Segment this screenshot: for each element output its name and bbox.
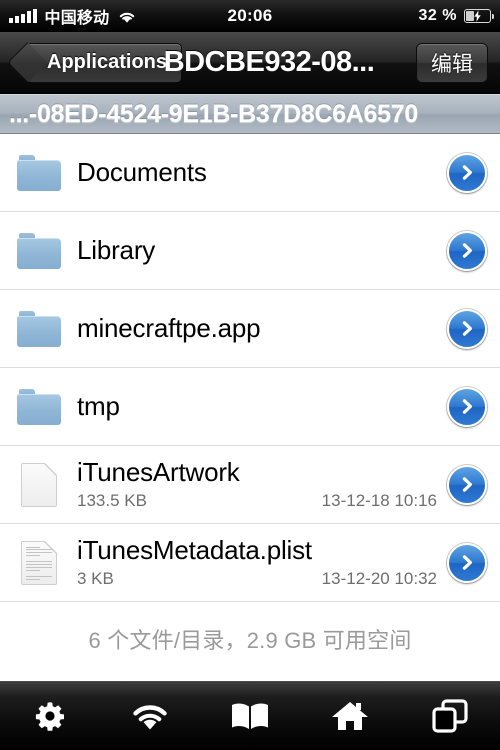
list-item-name: Library — [77, 236, 156, 265]
list-item[interactable]: iTunesMetadata.plist 3 KB 13-12-20 10:32 — [0, 524, 500, 602]
file-size-label: 133.5 KB — [77, 490, 147, 510]
list-item[interactable]: Library — [0, 212, 500, 290]
list-item[interactable]: tmp — [0, 368, 500, 446]
back-button-label: Applications — [47, 51, 168, 73]
edit-button[interactable]: 编辑 — [416, 42, 488, 83]
text-document-icon — [13, 540, 65, 585]
list-item-texts: tmp — [65, 392, 447, 421]
chevron-right-icon[interactable] — [447, 464, 487, 505]
list-item-meta: 3 KB 13-12-20 10:32 — [77, 569, 447, 589]
list-item-name: tmp — [77, 392, 120, 421]
tab-network[interactable] — [100, 682, 200, 750]
list-item[interactable]: Documents — [0, 134, 500, 212]
list-item-texts: iTunesArtwork 133.5 KB 13-12-18 10:16 — [65, 458, 447, 511]
back-button[interactable]: Applications — [6, 41, 183, 84]
home-icon — [331, 699, 369, 733]
file-date-label: 13-12-18 10:16 — [321, 490, 437, 510]
folder-icon — [13, 388, 65, 425]
copy-windows-icon — [432, 699, 468, 733]
status-bar-right: 32 % — [250, 7, 495, 25]
file-size-label: 3 KB — [77, 568, 114, 588]
chevron-right-icon[interactable] — [447, 386, 487, 427]
folder-icon — [13, 232, 65, 269]
list-footer: 6 个文件/目录，2.9 GB 可用空间 — [0, 602, 500, 676]
list-item-name: minecraftpe.app — [77, 314, 261, 343]
chevron-right-icon[interactable] — [447, 152, 487, 193]
navigation-bar: Applications BDCBE932-08... 编辑 — [0, 32, 500, 94]
list-item-texts: Documents — [65, 158, 447, 187]
page-title: BDCBE932-08... — [163, 46, 375, 78]
folder-icon — [13, 154, 65, 191]
list-item-texts: Library — [65, 236, 447, 265]
blank-document-icon — [13, 462, 65, 507]
list-item-name: iTunesMetadata.plist — [77, 536, 312, 565]
tab-windows[interactable] — [400, 682, 500, 750]
list-footer-label: 6 个文件/目录，2.9 GB 可用空间 — [88, 628, 412, 653]
list-item-name: iTunesArtwork — [77, 458, 240, 487]
app-screen: 中国移动 20:06 32 % Applications BDCBE932-08… — [0, 0, 500, 750]
chevron-left-icon — [6, 41, 49, 84]
status-bar-left: 中国移动 — [9, 4, 250, 28]
folder-icon — [13, 310, 65, 347]
edit-button-label: 编辑 — [431, 52, 473, 76]
tab-home[interactable] — [300, 682, 400, 750]
list-item-texts: minecraftpe.app — [65, 314, 447, 343]
list-item[interactable]: minecraftpe.app — [0, 290, 500, 368]
carrier-label: 中国移动 — [44, 10, 110, 27]
cellular-signal-icon — [9, 9, 37, 23]
path-header: ...-08ED-4524-9E1B-B37D8C6A6570 — [0, 94, 500, 134]
file-list: Documents Library minecraftpe.app tmp iT… — [0, 134, 500, 676]
list-item-meta: 133.5 KB 13-12-18 10:16 — [77, 491, 447, 511]
book-icon — [229, 700, 271, 732]
tab-bookmarks[interactable] — [200, 682, 300, 750]
chevron-right-icon[interactable] — [447, 542, 487, 583]
list-item-name: Documents — [77, 158, 207, 187]
chevron-right-icon[interactable] — [447, 230, 487, 271]
list-item[interactable]: iTunesArtwork 133.5 KB 13-12-18 10:16 — [0, 446, 500, 524]
battery-charging-icon — [464, 9, 495, 23]
wifi-icon — [130, 700, 170, 732]
tab-bar — [0, 681, 500, 750]
path-header-label: ...-08ED-4524-9E1B-B37D8C6A6570 — [9, 99, 418, 128]
status-bar: 中国移动 20:06 32 % — [0, 0, 500, 32]
gear-icon — [32, 698, 68, 734]
file-date-label: 13-12-20 10:32 — [321, 568, 437, 588]
tab-settings[interactable] — [0, 682, 100, 750]
chevron-right-icon[interactable] — [447, 308, 487, 349]
list-item-texts: iTunesMetadata.plist 3 KB 13-12-20 10:32 — [65, 536, 447, 589]
wifi-icon — [117, 9, 137, 24]
battery-percent-label: 32 % — [418, 7, 457, 24]
